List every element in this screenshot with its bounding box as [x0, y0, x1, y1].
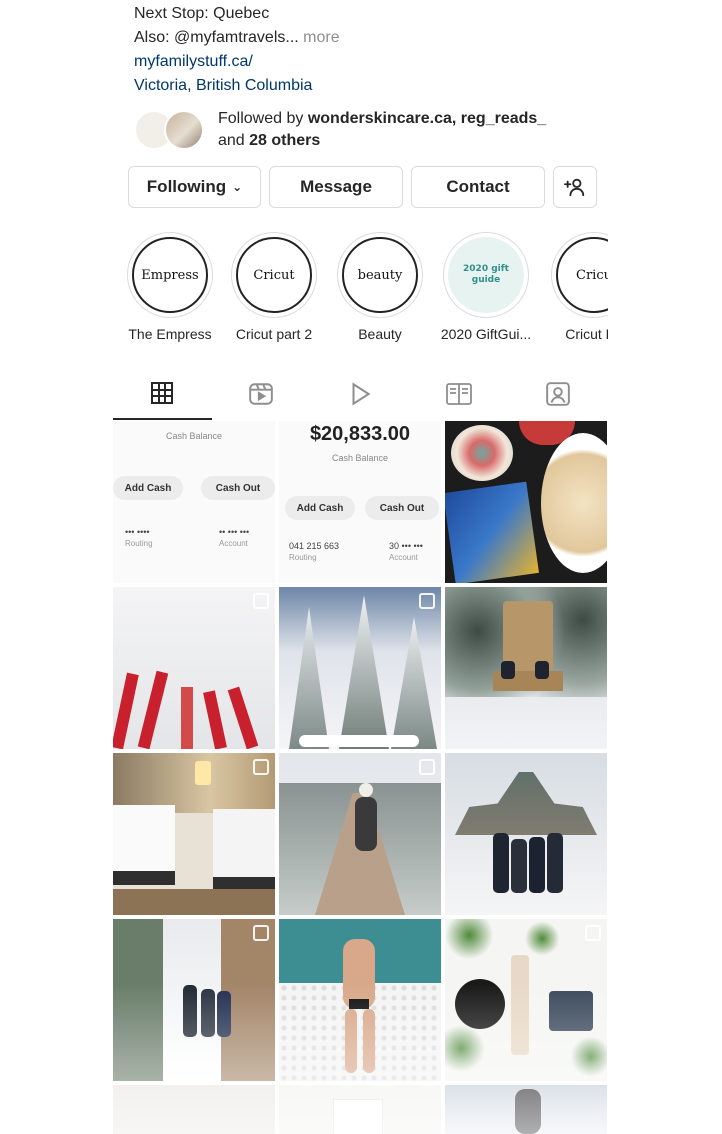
reels-icon	[249, 383, 273, 405]
cash-out-pill: Cash Out	[365, 496, 439, 520]
highlight-label: Beauty	[358, 326, 402, 342]
add-user-button[interactable]	[553, 166, 597, 208]
followed-by-prefix: Followed by	[218, 110, 304, 127]
post-caption: Cash Balance	[165, 431, 223, 441]
highlight-cover: 2020 gift guide	[448, 237, 524, 313]
bio-line-2: Also: @myfamtravels... more	[134, 26, 340, 50]
routing-label: Routing	[289, 553, 317, 562]
chevron-down-icon: ⌄	[232, 180, 243, 194]
highlight-label: Cricut Pa	[565, 326, 608, 342]
post-caption: Cash Balance	[331, 453, 389, 463]
multi-photo-icon	[585, 925, 601, 941]
account-info: •• ••• ••• Account	[219, 527, 250, 548]
bio-more-link[interactable]: more	[303, 29, 339, 46]
add-cash-pill: Add Cash	[285, 496, 355, 520]
followed-by-text: Followed by wonderskincare.ca, reg_reads…	[218, 108, 546, 152]
post-giant-chair[interactable]	[445, 587, 607, 749]
contact-label: Contact	[446, 177, 510, 196]
profile-bio: Next Stop: Quebec Also: @myfamtravels...…	[134, 2, 340, 98]
post-popcorn-snacks[interactable]	[445, 421, 607, 583]
add-cash-pill: Add Cash	[113, 476, 183, 500]
multi-photo-icon	[253, 593, 269, 609]
routing-info: 041 215 663 Routing	[289, 541, 339, 562]
post-skincare-products[interactable]	[445, 919, 607, 1081]
profile-actions: Following ⌄ Message Contact	[128, 166, 597, 208]
highlight-gift-guide[interactable]: 2020 gift guide 2020 GiftGui...	[434, 232, 538, 342]
post-skis-snow[interactable]	[113, 587, 275, 749]
post-old-quebec-street[interactable]	[113, 919, 275, 1081]
multi-photo-icon	[419, 759, 435, 775]
post-bridge-walk[interactable]	[279, 753, 441, 915]
highlight-cover: Empress	[132, 237, 208, 313]
followed-by-and: and	[218, 132, 245, 149]
post-pool-swimmer[interactable]	[279, 919, 441, 1081]
followed-by-others[interactable]: 28 others	[249, 132, 320, 149]
highlight-cover: Cricu	[556, 237, 608, 313]
multi-photo-icon	[253, 759, 269, 775]
highlight-ring: Cricu	[551, 232, 608, 318]
post-cash-balance-2[interactable]: $20,833.00 Cash Balance Add Cash Cash Ou…	[279, 421, 441, 583]
cash-balance-amount: $20,833.00	[309, 423, 411, 445]
highlight-label: Cricut part 2	[235, 326, 313, 342]
post-snowy-trees[interactable]	[279, 587, 441, 749]
routing-label: Routing	[125, 539, 153, 548]
contact-button[interactable]: Contact	[411, 166, 545, 208]
post-person-outdoors[interactable]	[445, 1085, 607, 1134]
add-user-icon	[564, 178, 585, 197]
follower-avatars	[134, 108, 214, 152]
followed-by[interactable]: Followed by wonderskincare.ca, reg_reads…	[134, 108, 546, 152]
followed-by-names[interactable]: wonderskincare.ca, reg_reads_	[308, 110, 546, 127]
highlight-cover: Cricut	[236, 237, 312, 313]
highlight-beauty[interactable]: beauty Beauty	[328, 232, 432, 342]
highlight-label: 2020 GiftGui...	[440, 326, 532, 342]
highlight-ring: Empress	[127, 232, 213, 318]
bio-location-link[interactable]: Victoria, British Columbia	[134, 74, 340, 98]
tab-video[interactable]	[311, 368, 410, 420]
tab-guides[interactable]	[409, 368, 508, 420]
routing-info: ••• •••• Routing	[125, 527, 153, 548]
post-chateau-family[interactable]	[445, 753, 607, 915]
account-number: 30 ••• •••	[389, 541, 423, 551]
following-label: Following	[146, 177, 227, 196]
post-product-plant[interactable]	[279, 1085, 441, 1134]
message-button[interactable]: Message	[269, 166, 403, 208]
story-highlights: Empress The Empress Cricut Cricut part 2…	[118, 232, 608, 342]
account-label: Account	[219, 539, 248, 548]
tagged-icon	[545, 382, 570, 406]
bio-website-link[interactable]: myfamilystuff.ca/	[134, 50, 340, 74]
multi-photo-icon	[253, 925, 269, 941]
highlight-cover: beauty	[342, 237, 418, 313]
bio-line-1: Next Stop: Quebec	[134, 5, 270, 22]
account-info: 30 ••• ••• Account	[389, 541, 423, 562]
highlight-label: The Empress	[128, 326, 212, 342]
grid-icon	[151, 382, 174, 404]
guides-icon	[445, 383, 472, 405]
reel-icon	[419, 593, 435, 609]
highlight-the-empress[interactable]: Empress The Empress	[118, 232, 222, 342]
cash-out-pill: Cash Out	[201, 476, 275, 500]
highlight-ring: 2020 gift guide	[443, 232, 529, 318]
tab-grid[interactable]	[113, 368, 212, 420]
bio-mention[interactable]: Also: @myfamtravels...	[134, 29, 299, 46]
highlight-ring: Cricut	[231, 232, 317, 318]
post-hotel-room[interactable]	[113, 753, 275, 915]
account-label: Account	[389, 553, 418, 562]
routing-number: 041 215 663	[289, 541, 340, 551]
tab-reels[interactable]	[212, 368, 311, 420]
avatar	[164, 110, 204, 150]
highlight-cricut-part-2[interactable]: Cricut Cricut part 2	[222, 232, 326, 342]
message-label: Message	[300, 177, 372, 196]
highlight-ring: beauty	[337, 232, 423, 318]
highlight-cricut-part-3[interactable]: Cricu Cricut Pa	[542, 232, 608, 342]
tab-tagged[interactable]	[508, 368, 607, 420]
play-icon	[352, 382, 371, 406]
profile-tabs	[113, 368, 607, 420]
post-portrait[interactable]	[113, 1085, 275, 1134]
post-cash-balance-1[interactable]: Cash Balance Add Cash Cash Out ••• •••• R…	[113, 421, 275, 583]
following-button[interactable]: Following ⌄	[128, 166, 261, 208]
